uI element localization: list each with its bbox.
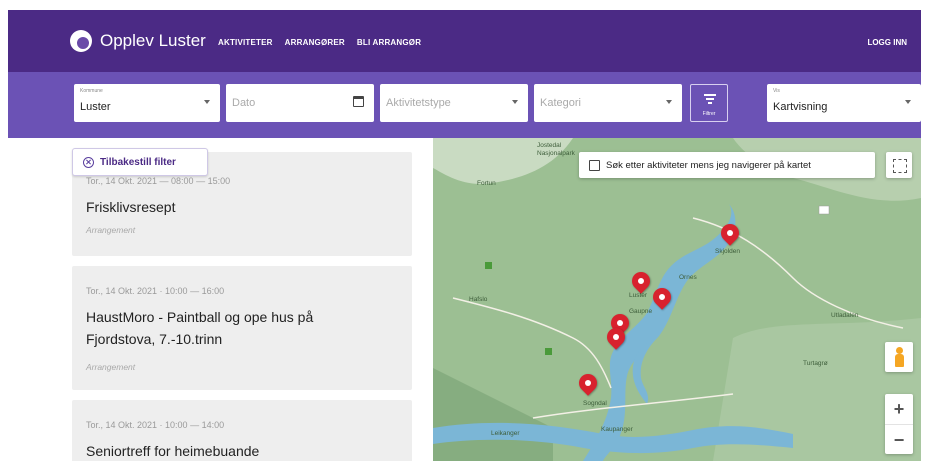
view-mode-select[interactable]: Vis Kartvisning (767, 84, 921, 122)
filter-button-label: Filtrer (702, 111, 716, 117)
view-mode-label: Vis (773, 88, 780, 94)
category-select[interactable]: Kategori (534, 84, 682, 122)
activity-type-select[interactable]: Aktivitetstype (380, 84, 528, 122)
event-card[interactable]: Tor., 14 Okt. 2021 · 10:00 — 16:00 Haust… (72, 266, 412, 390)
event-date: Tor., 14 Okt. 2021 · 10:00 — 14:00 (86, 420, 225, 430)
brand-logo-link[interactable]: Opplev Luster (70, 30, 206, 52)
event-type: Arrangement (86, 225, 136, 235)
search-while-navigating-checkbox[interactable] (589, 159, 600, 171)
event-type: Arrangement (86, 362, 136, 372)
brand-logo-icon (70, 30, 92, 52)
zoom-out-button[interactable]: − (885, 424, 913, 454)
chevron-down-icon (512, 100, 518, 104)
fullscreen-icon[interactable] (886, 152, 912, 178)
event-card[interactable]: Tor., 14 Okt. 2021 · 10:00 — 14:00 Senio… (72, 400, 412, 461)
close-circle-icon (83, 156, 94, 168)
date-picker-input[interactable]: Dato (226, 84, 374, 122)
map-label: Luster (629, 292, 648, 299)
map-label: Hafslo (469, 296, 488, 303)
filter-icon (704, 94, 716, 106)
main-nav: AKTIVITETER ARRANGØRER BLI ARRANGØR (218, 38, 421, 47)
top-navigation-bar: Opplev Luster AKTIVITETER ARRANGØRER BLI… (8, 10, 921, 72)
map-label: Jostedal (537, 142, 562, 149)
map-label: Kaupanger (601, 426, 633, 433)
login-link[interactable]: LOGG INN (867, 38, 907, 47)
filter-button[interactable]: Filtrer (690, 84, 728, 122)
event-title: HaustMoro - Paintball og ope hus på Fjor… (86, 309, 314, 347)
municipality-select[interactable]: Kommune Luster (74, 84, 220, 122)
map-label: Sogndal (583, 400, 607, 407)
reset-filter-button[interactable]: Tilbakestill filter (72, 148, 208, 176)
nav-link-organizers[interactable]: ARRANGØRER (285, 38, 345, 47)
nav-link-become-organizer[interactable]: BLI ARRANGØR (357, 38, 421, 47)
map-label: Ornes (679, 274, 697, 281)
search-while-navigating-label: Søk etter aktiviteter mens jeg navigerer… (606, 159, 811, 171)
zoom-in-button[interactable]: + (885, 394, 913, 424)
map-label: Fortun (477, 180, 496, 187)
map-label: Skjolden (715, 248, 740, 255)
reset-filter-label: Tilbakestill filter (100, 156, 176, 168)
chevron-down-icon (905, 100, 911, 104)
map-view[interactable]: Jostedal Nasjonalpark Fortun Luster Gaup… (433, 138, 921, 461)
municipality-select-value: Luster (80, 101, 111, 113)
event-date: Tor., 14 Okt. 2021 — 08:00 — 15:00 (86, 176, 231, 186)
chevron-down-icon (666, 100, 672, 104)
map-terrain (433, 138, 921, 461)
nav-link-activities[interactable]: AKTIVITETER (218, 38, 273, 47)
chevron-down-icon (204, 100, 210, 104)
map-label: Leikanger (491, 430, 520, 437)
category-placeholder: Kategori (540, 97, 581, 109)
municipality-select-label: Kommune (80, 88, 103, 94)
view-mode-value: Kartvisning (773, 101, 828, 113)
brand-name: Opplev Luster (100, 31, 206, 50)
event-date: Tor., 14 Okt. 2021 · 10:00 — 16:00 (86, 286, 225, 296)
map-label: Nasjonalpark (537, 150, 575, 157)
date-placeholder: Dato (232, 97, 256, 109)
search-while-navigating-toggle[interactable]: Søk etter aktiviteter mens jeg navigerer… (579, 152, 875, 178)
activity-type-placeholder: Aktivitetstype (386, 97, 451, 109)
street-view-pegman-icon[interactable] (885, 342, 913, 372)
event-title: Frisklivsresept (86, 199, 176, 215)
map-label: Utladalen (831, 312, 859, 319)
filter-bar: Kommune Luster Dato Aktivitetstype Kateg… (8, 72, 921, 138)
map-label: Turtagrø (803, 360, 828, 367)
zoom-control: + − (885, 394, 913, 454)
event-title: Seniortreff for heimebuande (86, 443, 260, 459)
calendar-icon (353, 96, 364, 107)
page-edge (921, 0, 925, 461)
map-label: Gaupne (629, 308, 653, 315)
